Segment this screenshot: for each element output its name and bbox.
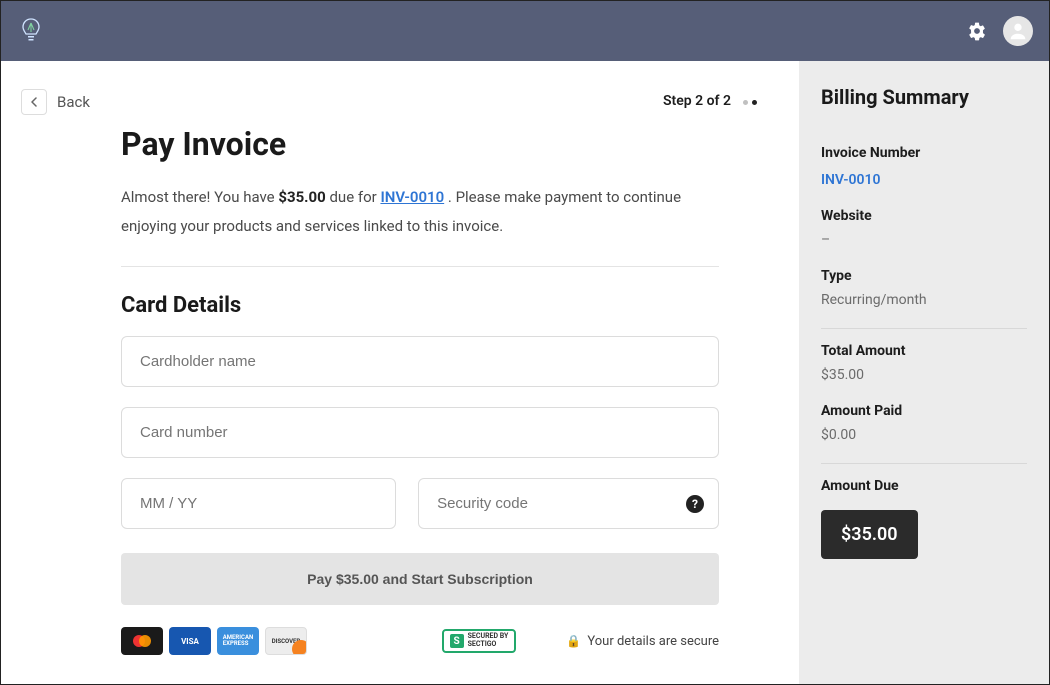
billing-summary-panel: Billing Summary Invoice Number INV-0010 …	[799, 61, 1049, 684]
card-number-input[interactable]	[121, 407, 719, 458]
user-avatar[interactable]	[1003, 16, 1033, 46]
website-label: Website	[821, 208, 1027, 224]
step-text: Step 2 of 2	[663, 93, 731, 109]
sectigo-badge: S SECURED BYSECTIGO	[442, 629, 517, 652]
amount-due-label: Amount Due	[821, 478, 1027, 494]
lead-text: Almost there! You have $35.00 due for IN…	[121, 183, 719, 240]
amount-paid-label: Amount Paid	[821, 403, 1027, 419]
summary-title: Billing Summary	[821, 85, 1027, 109]
back-label: Back	[57, 93, 90, 111]
summary-divider-1	[821, 328, 1027, 329]
discover-icon: DISCOVER	[265, 627, 307, 655]
type-value: Recurring/month	[821, 292, 1027, 308]
expiry-input[interactable]	[121, 478, 396, 529]
total-amount-label: Total Amount	[821, 343, 1027, 359]
page-title: Pay Invoice	[121, 125, 719, 163]
secure-note: 🔒 Your details are secure	[566, 634, 719, 649]
amount-due-value: $35.00	[821, 510, 918, 559]
mastercard-icon	[121, 627, 163, 655]
cvc-help-icon[interactable]: ?	[686, 495, 704, 513]
invoice-number-link[interactable]: INV-0010	[821, 172, 880, 188]
amex-icon: AMERICANEXPRESS	[217, 627, 259, 655]
brand-logo[interactable]	[17, 17, 45, 45]
website-value: –	[821, 232, 1027, 248]
lead-invoice-link[interactable]: INV-0010	[380, 188, 444, 206]
cardholder-name-input[interactable]	[121, 336, 719, 387]
summary-divider-2	[821, 463, 1027, 464]
step-dots	[741, 93, 759, 109]
top-bar	[1, 1, 1049, 61]
invoice-number-label: Invoice Number	[821, 145, 1027, 161]
payment-footer: VISA AMERICANEXPRESS DISCOVER S SECURED …	[121, 627, 719, 655]
card-details-heading: Card Details	[121, 293, 719, 318]
lead-amount: $35.00	[278, 188, 325, 206]
main-panel: Back Step 2 of 2 Pay Invoice Almost ther…	[1, 61, 799, 684]
visa-icon: VISA	[169, 627, 211, 655]
amount-paid-value: $0.00	[821, 427, 1027, 443]
back-button[interactable]	[21, 89, 47, 115]
security-code-input[interactable]	[419, 479, 718, 528]
total-amount-value: $35.00	[821, 367, 1027, 383]
type-label: Type	[821, 268, 1027, 284]
settings-gear-icon[interactable]	[967, 21, 987, 41]
step-indicator: Step 2 of 2	[663, 93, 759, 109]
divider	[121, 266, 719, 267]
pay-button[interactable]: Pay $35.00 and Start Subscription	[121, 553, 719, 605]
lock-icon: 🔒	[566, 634, 581, 648]
